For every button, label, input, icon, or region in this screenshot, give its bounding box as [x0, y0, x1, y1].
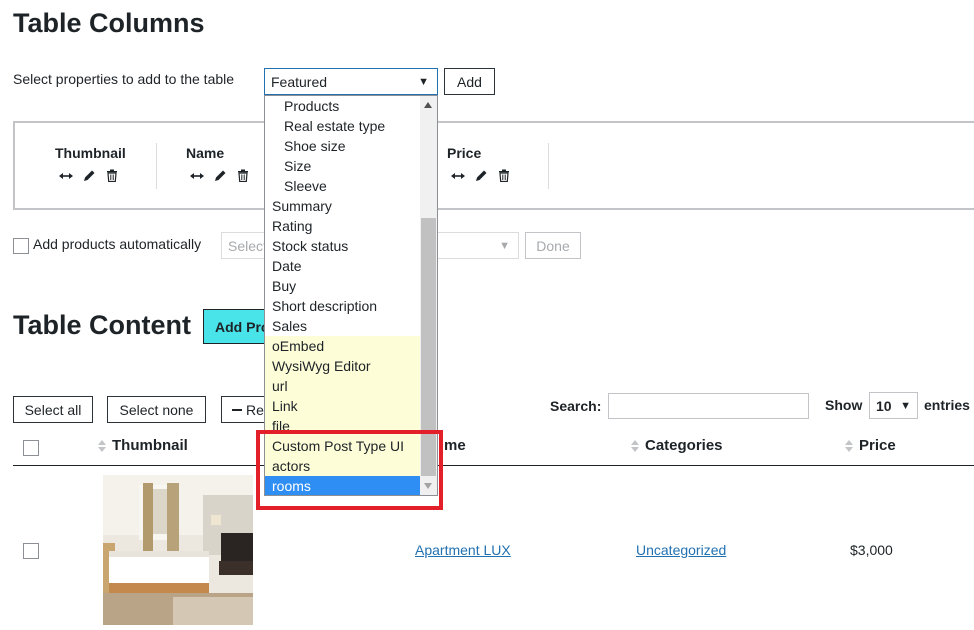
show-label: Show [825, 397, 863, 413]
product-thumbnail [103, 475, 253, 625]
pencil-icon[interactable] [214, 169, 227, 182]
column-price-actions [451, 169, 510, 182]
dropdown-option[interactable]: Buy [265, 276, 420, 296]
column-price-title: Price [447, 145, 482, 161]
chevron-down-icon: ▼ [900, 399, 911, 412]
search-input[interactable] [608, 393, 809, 419]
dropdown-option[interactable]: Sleeve [265, 176, 420, 196]
sort-icon [98, 439, 106, 452]
dropdown-option[interactable]: Rating [265, 216, 420, 236]
dropdown-option[interactable]: Stock status [265, 236, 420, 256]
row-checkbox[interactable] [23, 543, 39, 559]
product-category-link[interactable]: Uncategorized [636, 542, 726, 558]
select-all-rows-checkbox[interactable] [23, 440, 39, 456]
properties-select-value: Featured [271, 73, 328, 90]
dropdown-option[interactable]: Date [265, 256, 420, 276]
product-name-link[interactable]: Apartment LUX [415, 542, 511, 558]
search-label: Search: [550, 398, 602, 414]
sort-icon [631, 439, 639, 452]
minus-icon [232, 408, 242, 411]
done-button[interactable]: Done [525, 232, 581, 259]
scroll-up-arrow-icon[interactable] [424, 102, 432, 108]
resize-icon[interactable] [451, 171, 465, 181]
table-header-divider [13, 465, 974, 466]
remove-button-label: Re [246, 401, 264, 418]
dropdown-option[interactable]: Real estate type [265, 116, 420, 136]
add-products-label: Add products automatically [33, 236, 202, 252]
header-thumbnail-label: Thumbnail [112, 437, 188, 454]
add-products-select-placeholder: Select [228, 237, 267, 254]
header-price[interactable]: Price [845, 437, 896, 454]
column-divider [548, 143, 549, 189]
dropdown-option[interactable]: Link [265, 396, 420, 416]
sort-icon [845, 439, 853, 452]
select-none-button[interactable]: Select none [107, 396, 206, 423]
add-products-checkbox[interactable] [13, 238, 29, 254]
header-name-label: me [444, 437, 466, 454]
header-thumbnail[interactable]: Thumbnail [98, 437, 188, 454]
entries-label: entries [924, 397, 970, 413]
dropdown-option[interactable]: Sales [265, 316, 420, 336]
trash-icon[interactable] [498, 169, 510, 182]
pencil-icon[interactable] [475, 169, 488, 182]
table-content-title: Table Content [13, 310, 191, 340]
column-name-title: Name [186, 145, 225, 161]
column-thumbnail-actions [59, 169, 118, 182]
select-all-button[interactable]: Select all [13, 396, 93, 423]
header-categories[interactable]: Categories [631, 437, 723, 454]
trash-icon[interactable] [106, 169, 118, 182]
trash-icon[interactable] [237, 169, 249, 182]
header-name[interactable]: me [444, 437, 466, 454]
dropdown-option[interactable]: Products [265, 96, 420, 116]
entries-select-value: 10 [876, 397, 892, 414]
column-thumbnail-title: Thumbnail [55, 145, 126, 161]
add-column-button[interactable]: Add [444, 68, 495, 95]
dropdown-option[interactable]: WysiWyg Editor [265, 356, 420, 376]
dropdown-option[interactable]: url [265, 376, 420, 396]
product-price: $3,000 [850, 542, 893, 558]
dropdown-option[interactable]: Size [265, 156, 420, 176]
resize-icon[interactable] [190, 171, 204, 181]
entries-select[interactable]: 10 ▼ [869, 392, 918, 419]
select-properties-label: Select properties to add to the table [13, 71, 235, 87]
properties-select[interactable]: Featured ▼ [264, 68, 438, 95]
dropdown-option[interactable]: Short description [265, 296, 420, 316]
dropdown-option[interactable]: Shoe size [265, 136, 420, 156]
chevron-down-icon: ▼ [499, 239, 510, 252]
dropdown-option[interactable]: Summary [265, 196, 420, 216]
columns-box: Thumbnail Name Price [13, 121, 974, 210]
header-categories-label: Categories [645, 437, 723, 454]
column-divider [156, 143, 157, 189]
chevron-down-icon: ▼ [418, 75, 429, 88]
column-name-actions [190, 169, 249, 182]
add-products-button[interactable]: Add Pro [203, 309, 273, 344]
header-price-label: Price [859, 437, 896, 454]
pencil-icon[interactable] [83, 169, 96, 182]
resize-icon[interactable] [59, 171, 73, 181]
dropdown-option[interactable]: oEmbed [265, 336, 420, 356]
highlight-box [256, 430, 443, 510]
table-columns-title: Table Columns [13, 8, 205, 38]
